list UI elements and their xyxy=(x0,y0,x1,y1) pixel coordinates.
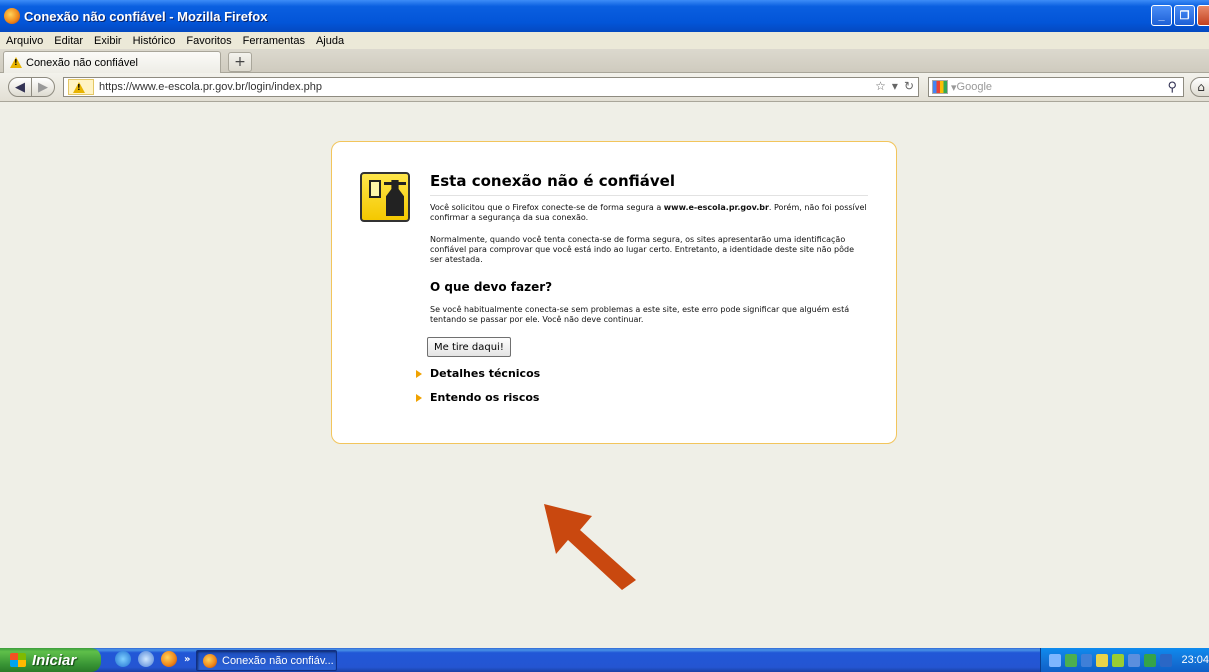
taskbar-firefox-window[interactable]: Conexão não confiáv... xyxy=(196,650,337,671)
url-text[interactable]: https://www.e-escola.pr.gov.br/login/ind… xyxy=(99,81,322,93)
tray-app-icon[interactable] xyxy=(1064,653,1077,667)
firefox-icon xyxy=(203,653,217,668)
site-identity-button[interactable] xyxy=(68,79,94,95)
menu-bar: Arquivo Editar Exibir Histórico Favorito… xyxy=(0,32,1209,49)
forward-button[interactable]: ▶ xyxy=(31,77,55,97)
firefox-icon xyxy=(4,8,20,24)
back-arrow-icon: ◀ xyxy=(15,79,25,95)
get-me-out-button[interactable]: Me tire daqui! xyxy=(427,337,511,357)
internet-explorer-icon[interactable] xyxy=(115,651,131,667)
menu-ajuda[interactable]: Ajuda xyxy=(316,35,344,47)
error-description: Você solicitou que o Firefox conecte-se … xyxy=(430,203,868,223)
window-title: Conexão não confiável - Mozilla Firefox xyxy=(24,8,268,24)
star-bookmark-icon[interactable]: ☆ xyxy=(875,79,886,93)
what-to-do-heading: O que devo fazer? xyxy=(430,280,553,294)
forward-arrow-icon: ▶ xyxy=(38,79,48,95)
start-label: Iniciar xyxy=(32,651,77,669)
tray-app-icon[interactable] xyxy=(1112,653,1125,667)
quick-launch-more[interactable]: » xyxy=(184,654,190,665)
url-bar-icons: ☆ ▾ ↻ xyxy=(875,79,914,93)
security-warning-icon-badge xyxy=(369,180,381,198)
understand-risks-expander[interactable]: Entendo os riscos xyxy=(416,391,539,404)
google-icon[interactable] xyxy=(932,80,948,94)
network-icon[interactable] xyxy=(1049,653,1061,667)
menu-arquivo[interactable]: Arquivo xyxy=(6,35,43,47)
dropdown-icon[interactable]: ▾ xyxy=(892,79,898,93)
page-content: Esta conexão não é confiável Você solici… xyxy=(0,102,1209,648)
annotation-arrow-shape xyxy=(544,504,636,590)
windows-logo-icon xyxy=(10,653,26,667)
tray-app-icon[interactable] xyxy=(1159,653,1172,667)
system-tray: 23:04 xyxy=(1040,648,1209,672)
tray-app-icon[interactable] xyxy=(1080,653,1093,667)
technical-details-label: Detalhes técnicos xyxy=(430,367,541,380)
home-button[interactable]: ⌂ xyxy=(1190,77,1209,97)
error-container: Esta conexão não é confiável Você solici… xyxy=(331,141,897,444)
tab-bar: Conexão não confiável + xyxy=(0,49,1209,73)
menu-favoritos[interactable]: Favoritos xyxy=(186,35,231,47)
technical-details-expander[interactable]: Detalhes técnicos xyxy=(416,367,540,380)
security-warning-icon xyxy=(360,172,410,222)
menu-exibir[interactable]: Exibir xyxy=(94,35,122,47)
error-description-host: www.e-escola.pr.gov.br xyxy=(663,203,769,212)
search-bar[interactable]: ▾ Google ⚲ xyxy=(928,77,1184,97)
new-tab-button[interactable]: + xyxy=(228,52,252,72)
menu-editar[interactable]: Editar xyxy=(54,35,83,47)
security-warning-icon-figure xyxy=(386,180,404,216)
firefox-icon[interactable] xyxy=(161,651,177,667)
warning-icon xyxy=(10,57,22,68)
minimize-button[interactable]: _ xyxy=(1151,5,1172,26)
window-controls: _ ❐ xyxy=(1151,5,1209,26)
maximize-button[interactable]: ❐ xyxy=(1174,5,1195,26)
clock: 23:04 xyxy=(1181,654,1209,666)
annotation-arrow xyxy=(544,504,636,590)
tray-app-icon[interactable] xyxy=(1096,653,1109,667)
error-explanation: Normalmente, quando você tenta conecta-s… xyxy=(430,235,854,264)
error-description-prefix: Você solicitou que o Firefox conecte-se … xyxy=(430,203,664,212)
error-title: Esta conexão não é confiável xyxy=(430,172,868,196)
close-button[interactable] xyxy=(1197,5,1209,26)
understand-risks-label: Entendo os riscos xyxy=(430,391,540,404)
tab-current[interactable]: Conexão não confiável xyxy=(3,51,221,73)
quick-launch: » xyxy=(115,651,190,667)
menu-historico[interactable]: Histórico xyxy=(133,35,176,47)
tray-app-icon[interactable] xyxy=(1128,653,1140,667)
menu-ferramentas[interactable]: Ferramentas xyxy=(243,35,305,47)
search-placeholder: Google xyxy=(956,81,993,93)
url-bar[interactable]: https://www.e-escola.pr.gov.br/login/ind… xyxy=(63,77,919,97)
what-to-do-text: Se você habitualmente conecta-se sem pro… xyxy=(430,305,850,324)
title-bar: Conexão não confiável - Mozilla Firefox … xyxy=(0,0,1209,32)
browser-icon[interactable] xyxy=(138,651,154,667)
reload-icon[interactable]: ↻ xyxy=(904,79,914,93)
home-icon: ⌂ xyxy=(1197,80,1205,94)
expand-triangle-icon xyxy=(416,369,422,378)
expand-triangle-icon xyxy=(416,393,422,402)
taskbar-item-label: Conexão não confiáv... xyxy=(222,654,334,667)
warning-icon xyxy=(73,81,85,93)
security-shield-icon[interactable] xyxy=(1143,653,1156,667)
start-button[interactable]: Iniciar xyxy=(0,648,101,672)
back-button[interactable]: ◀ xyxy=(8,77,32,97)
tab-label: Conexão não confiável xyxy=(26,56,138,69)
navigation-bar: ◀ ▶ https://www.e-escola.pr.gov.br/login… xyxy=(0,73,1209,102)
search-icon[interactable]: ⚲ xyxy=(1167,79,1177,95)
taskbar: Iniciar » Conexão não confiáv... 23:04 xyxy=(0,648,1209,672)
